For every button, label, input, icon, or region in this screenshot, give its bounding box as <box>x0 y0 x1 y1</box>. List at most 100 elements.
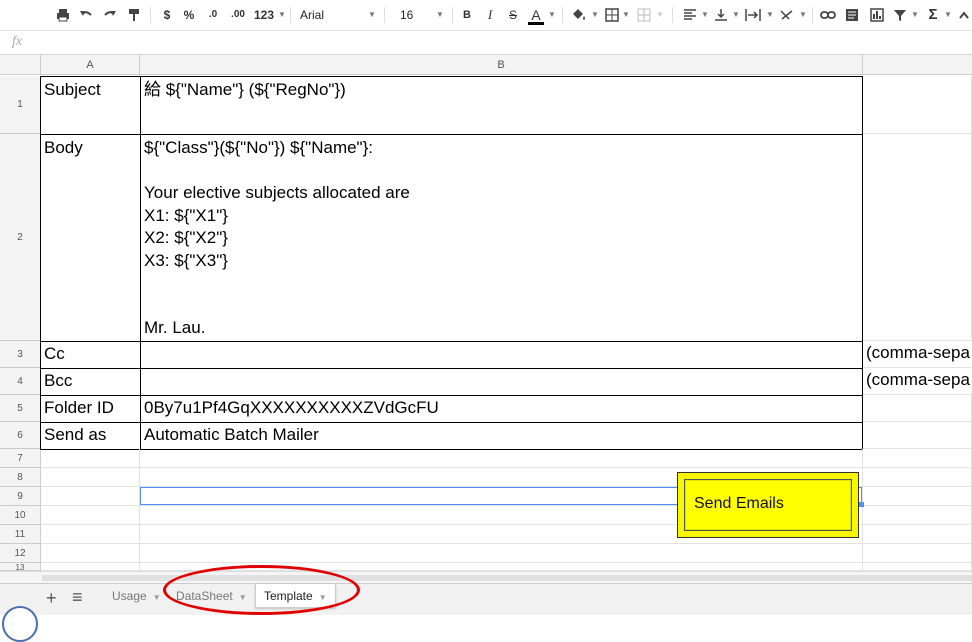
undo-icon[interactable] <box>78 4 94 26</box>
chevron-down-icon[interactable]: ▼ <box>622 4 630 26</box>
cell-c4[interactable]: (comma-sepa <box>863 368 972 395</box>
tab-datasheet[interactable]: DataSheet ▼ <box>168 584 255 608</box>
currency-format-button[interactable]: $ <box>160 4 174 26</box>
column-header-b[interactable]: B <box>140 55 863 75</box>
grid-cell[interactable] <box>863 525 972 544</box>
add-sheet-icon[interactable]: + <box>46 588 57 609</box>
bold-button[interactable]: B <box>460 4 474 26</box>
chevron-down-icon[interactable]: ▼ <box>944 4 952 26</box>
borders-icon[interactable] <box>604 4 620 26</box>
row-header-8[interactable]: 8 <box>0 468 41 487</box>
chevron-down-icon[interactable]: ▼ <box>591 4 599 26</box>
row-header-7[interactable]: 7 <box>0 449 41 468</box>
chevron-down-icon[interactable]: ▼ <box>278 4 286 26</box>
fill-handle[interactable] <box>859 502 864 507</box>
grid-cell[interactable] <box>41 563 140 571</box>
percent-format-button[interactable]: % <box>182 4 196 26</box>
row-header-5[interactable]: 5 <box>0 395 41 422</box>
row-header-12[interactable]: 12 <box>0 544 41 563</box>
tab-usage[interactable]: Usage ▼ <box>104 584 169 608</box>
insert-comment-icon[interactable] <box>844 4 860 26</box>
cell-a5[interactable]: Folder ID <box>40 395 141 423</box>
select-all-corner[interactable] <box>0 55 41 75</box>
grid-cell[interactable] <box>140 449 863 468</box>
grid-cell[interactable] <box>863 487 972 506</box>
decrease-decimal-button[interactable]: .0 <box>204 4 222 26</box>
chevron-down-icon[interactable]: ▼ <box>319 593 327 602</box>
grid-cell[interactable] <box>41 506 140 525</box>
chevron-down-icon[interactable]: ▼ <box>239 593 247 602</box>
row-header-11[interactable]: 11 <box>0 525 41 544</box>
chevron-down-icon[interactable]: ▼ <box>911 4 919 26</box>
chevron-down-icon[interactable]: ▼ <box>153 593 161 602</box>
text-rotation-icon[interactable] <box>778 4 796 26</box>
grid-cell[interactable] <box>863 449 972 468</box>
cell-b4[interactable] <box>140 368 863 396</box>
tab-template[interactable]: Template ▼ <box>255 584 336 608</box>
sheet-list-icon[interactable]: ≡ <box>72 587 83 608</box>
print-icon[interactable] <box>55 4 71 26</box>
row-header-10[interactable]: 10 <box>0 506 41 525</box>
chevron-down-icon[interactable]: ▼ <box>368 4 376 26</box>
grid-cell[interactable] <box>41 468 140 487</box>
insert-link-icon[interactable] <box>819 4 837 26</box>
row-header-1[interactable]: 1 <box>0 76 41 134</box>
increase-decimal-button[interactable]: .00 <box>228 4 248 26</box>
collapse-toolbar-icon[interactable] <box>958 4 970 26</box>
chevron-down-icon[interactable]: ▼ <box>436 4 444 26</box>
cell-b3[interactable] <box>140 341 863 369</box>
strikethrough-button[interactable]: S <box>506 4 520 26</box>
cell-b2[interactable]: ${"Class"}(${"No"}) ${"Name"}: Your elec… <box>140 134 863 342</box>
filter-icon[interactable] <box>892 4 908 26</box>
chevron-down-icon[interactable]: ▼ <box>656 4 664 26</box>
align-left-icon[interactable] <box>682 4 698 26</box>
chevron-down-icon[interactable]: ▼ <box>766 4 774 26</box>
cell-a4[interactable]: Bcc <box>40 368 141 396</box>
column-header-c[interactable] <box>863 55 972 75</box>
row-header-13[interactable]: 13 <box>0 563 41 571</box>
cell-c1[interactable] <box>863 76 972 134</box>
text-wrap-icon[interactable] <box>744 4 762 26</box>
cell-b6[interactable]: Automatic Batch Mailer <box>140 422 863 450</box>
paint-format-icon[interactable] <box>126 4 142 26</box>
chevron-down-icon[interactable]: ▼ <box>732 4 740 26</box>
grid-cell[interactable] <box>41 449 140 468</box>
fill-color-icon[interactable] <box>570 4 588 26</box>
cell-a3[interactable]: Cc <box>40 341 141 369</box>
insert-chart-icon[interactable] <box>869 4 885 26</box>
scrollbar-thumb[interactable] <box>42 575 972 581</box>
row-header-6[interactable]: 6 <box>0 422 41 449</box>
chevron-down-icon[interactable]: ▼ <box>799 4 807 26</box>
row-header-3[interactable]: 3 <box>0 341 41 368</box>
grid-cell[interactable] <box>863 506 972 525</box>
chevron-down-icon[interactable]: ▼ <box>548 4 556 26</box>
grid-cell[interactable] <box>863 544 972 563</box>
grid-cell[interactable] <box>140 563 863 571</box>
cell-c3[interactable]: (comma-sepa <box>863 341 972 368</box>
row-header-4[interactable]: 4 <box>0 368 41 395</box>
font-family-select[interactable]: Arial <box>300 4 360 26</box>
more-formats-button[interactable]: 123 <box>252 4 276 26</box>
grid-cell[interactable] <box>41 544 140 563</box>
grid-cell[interactable] <box>863 468 972 487</box>
explore-icon[interactable] <box>2 606 38 642</box>
cell-c5[interactable] <box>863 395 972 422</box>
cell-b1[interactable]: 給 ${"Name"} (${"RegNo"}) <box>140 76 863 135</box>
grid-cell[interactable] <box>41 525 140 544</box>
cell-a1[interactable]: Subject <box>40 76 141 135</box>
column-header-a[interactable]: A <box>41 55 140 75</box>
send-emails-button[interactable]: Send Emails <box>677 472 859 538</box>
cell-c2[interactable] <box>863 134 972 341</box>
grid-cell[interactable] <box>140 544 863 563</box>
grid-cell[interactable] <box>863 563 972 571</box>
font-size-select[interactable]: 16 <box>400 4 424 26</box>
cell-b5[interactable]: 0By7u1Pf4GqXXXXXXXXXXZVdGcFU <box>140 395 863 423</box>
horizontal-scrollbar[interactable] <box>0 571 972 583</box>
row-header-2[interactable]: 2 <box>0 134 41 341</box>
grid-cell[interactable] <box>41 487 140 506</box>
redo-icon[interactable] <box>102 4 118 26</box>
cell-a6[interactable]: Send as <box>40 422 141 450</box>
functions-button[interactable]: Σ <box>926 4 940 26</box>
formula-bar[interactable]: fx <box>0 31 972 55</box>
row-header-9[interactable]: 9 <box>0 487 41 506</box>
